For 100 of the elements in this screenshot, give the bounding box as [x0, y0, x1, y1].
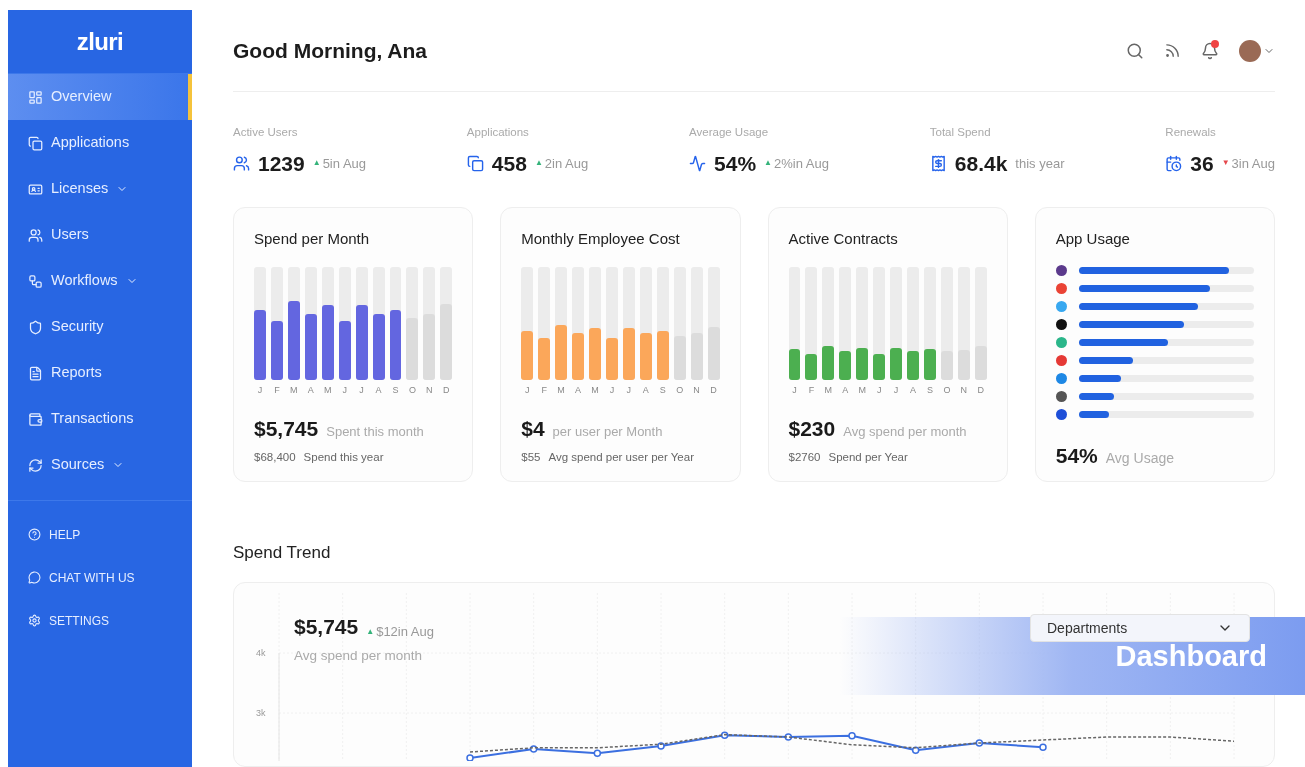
stat-change: this year [1015, 154, 1065, 173]
pulse-icon [689, 154, 707, 172]
month-label: J [341, 383, 348, 397]
month-label: F [540, 383, 548, 397]
month-label: J [875, 383, 883, 397]
nav-label: Transactions [51, 409, 134, 429]
nav-label: Sources [51, 455, 105, 475]
month-label: A [306, 383, 315, 397]
card-title: Active Contracts [788, 229, 899, 250]
trend-arrow: ▲ [366, 625, 375, 638]
nav-item[interactable]: Workflows [8, 258, 192, 304]
sub-value: $55 [521, 449, 541, 465]
people-icon [233, 154, 250, 172]
help-icon [28, 528, 41, 541]
stat-change: 2in Aug [544, 154, 589, 173]
month-label: D [976, 383, 986, 397]
point [1039, 743, 1047, 751]
nav-label: Reports [51, 363, 102, 383]
trend-arrow: ▲ [764, 157, 772, 170]
trend-arrow: ▲ [312, 157, 321, 170]
stat-value: 68.4k [954, 150, 1008, 177]
stat-value: 54% [714, 150, 757, 177]
trend-arrow: ▲ [534, 157, 543, 170]
month-label: J [625, 383, 633, 397]
card-title: Monthly Employee Cost [521, 229, 681, 250]
search-icon[interactable] [1126, 41, 1144, 60]
logo: zluri [76, 26, 124, 57]
nav-label: Licenses [51, 179, 109, 199]
stat-change: 5in Aug [322, 154, 366, 173]
footer-nav-item[interactable]: CHAT WITH US [8, 556, 192, 599]
stat-label: Total Spend [929, 125, 992, 141]
sub-caption: Spend this year [303, 449, 384, 465]
footer-nav-item[interactable]: SETTINGS [8, 599, 192, 642]
feed-icon[interactable] [1164, 42, 1181, 60]
wallet-icon [28, 411, 43, 427]
point [466, 753, 474, 761]
month-label: A [641, 383, 650, 397]
bell-icon[interactable] [1201, 41, 1219, 60]
card-title: Spend per Month [254, 229, 371, 250]
main-caption: per user per Month [552, 423, 663, 442]
avatar[interactable] [1239, 39, 1261, 62]
month-label: J [892, 383, 900, 397]
month-label: M [289, 383, 299, 397]
card-icon [28, 181, 43, 197]
main-caption: Avg spend per month [843, 423, 967, 442]
nav-item[interactable]: Reports [8, 350, 192, 396]
stat-label: Applications [466, 125, 530, 141]
month-label: J [608, 383, 616, 397]
windows-icon [466, 154, 484, 172]
month-label: N [692, 383, 701, 397]
document-icon [28, 365, 43, 381]
sync-icon [28, 457, 43, 473]
nav-label: Overview [51, 87, 112, 107]
main-caption: Avg Usage [1105, 448, 1174, 468]
nav-label: CHAT WITH US [49, 569, 135, 587]
month-label: D [709, 383, 718, 397]
stat-value: 458 [491, 150, 527, 177]
month-label: N [425, 383, 434, 397]
calendar-icon [1165, 154, 1183, 172]
month-label: M [823, 383, 834, 397]
month-label: J [791, 383, 798, 397]
nav-item[interactable]: Users [8, 212, 192, 258]
month-label: O [407, 383, 417, 397]
card-title: App Usage [1055, 229, 1131, 250]
month-label: A [574, 383, 583, 397]
main-caption: Spent this month [326, 423, 424, 442]
month-label: A [374, 383, 383, 397]
nav-item[interactable]: Security [8, 304, 192, 350]
nav-item[interactable]: Overview [8, 74, 192, 120]
month-label: J [523, 383, 531, 397]
settings-icon [28, 614, 41, 627]
stat-change: 3in Aug [1231, 154, 1275, 173]
main-value: $230 [788, 416, 836, 443]
month-label: M [322, 383, 333, 397]
departments-dropdown[interactable]: Departments [1030, 614, 1250, 642]
month-label: J [256, 383, 264, 397]
month-label: A [841, 383, 850, 397]
nav-item[interactable]: Transactions [8, 396, 192, 442]
month-label: M [857, 383, 867, 397]
month-label: F [807, 383, 816, 397]
trend-caption: Avg spend per month [294, 647, 423, 666]
trend-change: $12in Aug [376, 622, 434, 641]
nav-item[interactable]: Sources [8, 442, 192, 488]
nodes-icon [28, 273, 43, 289]
stat-value: 1239 [258, 150, 305, 177]
nav-label: HELP [49, 526, 81, 544]
nav-item[interactable]: Applications [8, 120, 192, 166]
main-value: $5,745 [254, 416, 319, 443]
greeting: Good Morning, Ana [233, 38, 428, 64]
nav-item[interactable]: Licenses [8, 166, 192, 212]
trend-arrow: ▼ [1221, 157, 1230, 170]
point [848, 731, 856, 740]
main-value: $4 [521, 416, 545, 443]
month-label: J [358, 383, 365, 397]
nav-label: Applications [51, 133, 130, 153]
footer-nav-item[interactable]: HELP [8, 513, 192, 556]
grid-icon [28, 89, 43, 105]
month-label: D [442, 383, 451, 397]
month-label: O [942, 383, 952, 397]
banner-text: Dashboard [1115, 639, 1267, 675]
